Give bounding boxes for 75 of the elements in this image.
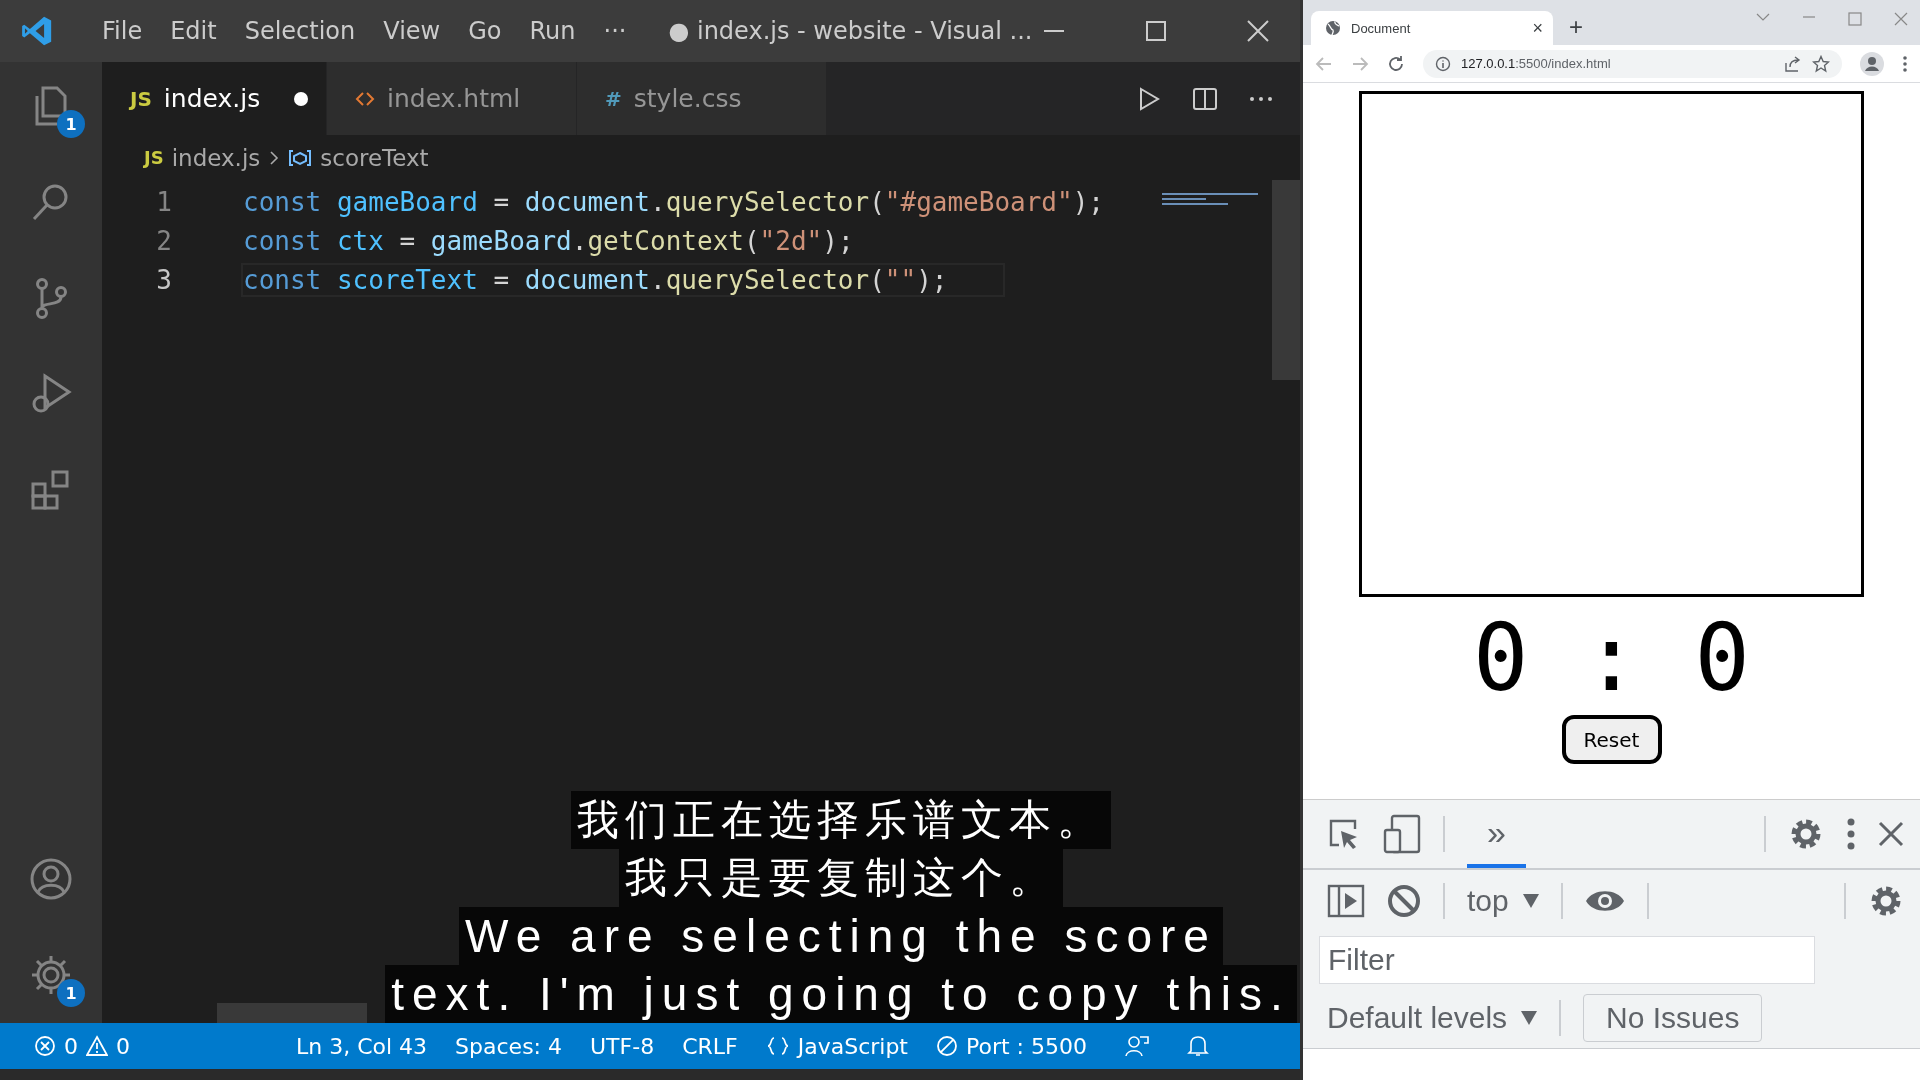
share-icon[interactable] — [1784, 54, 1802, 73]
dropdown-arrow-icon — [1522, 894, 1539, 908]
dropdown-arrow-icon — [1521, 1011, 1538, 1025]
subtitle-text: 我们正在选择乐谱文本。 — [571, 791, 1111, 849]
url-text[interactable]: 127.0.0.1:5500/index.html — [1461, 56, 1774, 71]
menu-dots-icon[interactable] — [1902, 54, 1908, 73]
breadcrumb-item[interactable]: index.js — [171, 144, 261, 171]
browser-tab[interactable]: Document × — [1311, 11, 1553, 45]
line-number: 3 — [155, 264, 173, 295]
menu-item[interactable]: ··· — [589, 17, 641, 45]
error-count[interactable]: 0 — [64, 1033, 78, 1059]
tab-close-button[interactable]: × — [1532, 17, 1543, 39]
issues-button[interactable]: No Issues — [1583, 994, 1763, 1042]
code-line: const gameBoard = document.querySelector("#gameBoard"); — [243, 186, 1104, 217]
scrollbar-thumb[interactable] — [1272, 180, 1300, 380]
warning-icon[interactable] — [86, 1035, 108, 1057]
window-title: ● index.js - website - Visual ... — [668, 17, 1034, 45]
levels-dropdown[interactable]: Default levels — [1327, 1001, 1538, 1035]
subtitle-text: 我只是要复制这个。 — [619, 849, 1063, 907]
warning-count[interactable]: 0 — [116, 1033, 130, 1059]
menu-item[interactable]: Go — [454, 17, 516, 45]
line-number: 2 — [155, 225, 173, 256]
info-icon — [1435, 55, 1451, 72]
live-server-port[interactable]: Port : 5500 — [966, 1033, 1087, 1059]
status-item[interactable]: Spaces: 4 — [455, 1033, 562, 1059]
bell-icon[interactable] — [1187, 1034, 1209, 1058]
prohibited-icon — [936, 1035, 958, 1057]
variable-icon — [288, 148, 313, 167]
menu-item[interactable]: Run — [515, 17, 590, 45]
new-tab-button[interactable]: + — [1569, 13, 1583, 41]
menu-item[interactable]: File — [88, 17, 157, 45]
score-text: 0 : 0 — [1473, 605, 1750, 713]
subtitle-text: We are selecting the score — [459, 907, 1223, 965]
editor-tab[interactable]: # style.css — [577, 62, 827, 135]
more-tabs-button[interactable]: » — [1467, 800, 1526, 868]
account-icon[interactable] — [29, 857, 73, 901]
globe-icon — [1325, 20, 1341, 36]
line-number: 1 — [155, 186, 173, 217]
code-line: const scoreText = document.querySelector(""); — [243, 264, 1003, 295]
chevron-down-icon[interactable] — [1756, 12, 1770, 22]
braces-icon — [765, 1036, 790, 1056]
menu-item[interactable]: View — [369, 17, 455, 45]
notification-badge: 1 — [57, 979, 85, 1007]
menu-item[interactable]: Edit — [156, 17, 231, 45]
language-mode[interactable]: JavaScript — [797, 1033, 908, 1059]
menu-item[interactable]: Selection — [230, 17, 370, 45]
star-icon[interactable] — [1812, 54, 1830, 73]
code-line: const ctx = gameBoard.getContext("2d"); — [243, 225, 854, 256]
status-item[interactable]: UTF-8 — [590, 1033, 655, 1059]
device-toolbar-icon[interactable] — [1383, 814, 1421, 854]
status-item[interactable]: Ln 3, Col 43 — [296, 1033, 428, 1059]
subtitle-text: text. I'm just going to copy this. — [385, 965, 1297, 1023]
breadcrumb-item[interactable]: scoreText — [320, 144, 429, 171]
editor-tab[interactable]: JS index.js — [102, 62, 327, 135]
clear-console-icon[interactable] — [1387, 884, 1421, 918]
error-icon[interactable] — [34, 1035, 56, 1057]
notification-badge: 1 — [57, 110, 85, 138]
feedback-icon[interactable] — [1125, 1034, 1149, 1058]
split-editor-icon[interactable] — [1192, 85, 1218, 112]
sidebar-toggle-icon[interactable] — [1327, 884, 1365, 918]
close-icon[interactable] — [1878, 821, 1904, 847]
reset-button[interactable]: Reset — [1561, 715, 1662, 764]
menu-dots-icon[interactable] — [1846, 817, 1856, 851]
profile-icon[interactable] — [1860, 51, 1884, 76]
filter-field[interactable]: Filter — [1319, 936, 1815, 984]
chevron-right-icon — [268, 148, 281, 167]
editor-tab[interactable]: index.html — [327, 62, 577, 135]
vscode-logo-icon — [20, 14, 54, 48]
maximize-icon[interactable] — [1144, 19, 1168, 43]
status-item[interactable]: CRLF — [682, 1033, 738, 1059]
js-file-label: JS — [144, 147, 164, 168]
reload-icon[interactable] — [1387, 54, 1405, 73]
scrollbar-thumb[interactable] — [217, 1003, 367, 1023]
address-bar[interactable]: 127.0.0.1:5500/index.html — [1423, 49, 1842, 78]
context-dropdown[interactable]: top — [1467, 884, 1539, 918]
